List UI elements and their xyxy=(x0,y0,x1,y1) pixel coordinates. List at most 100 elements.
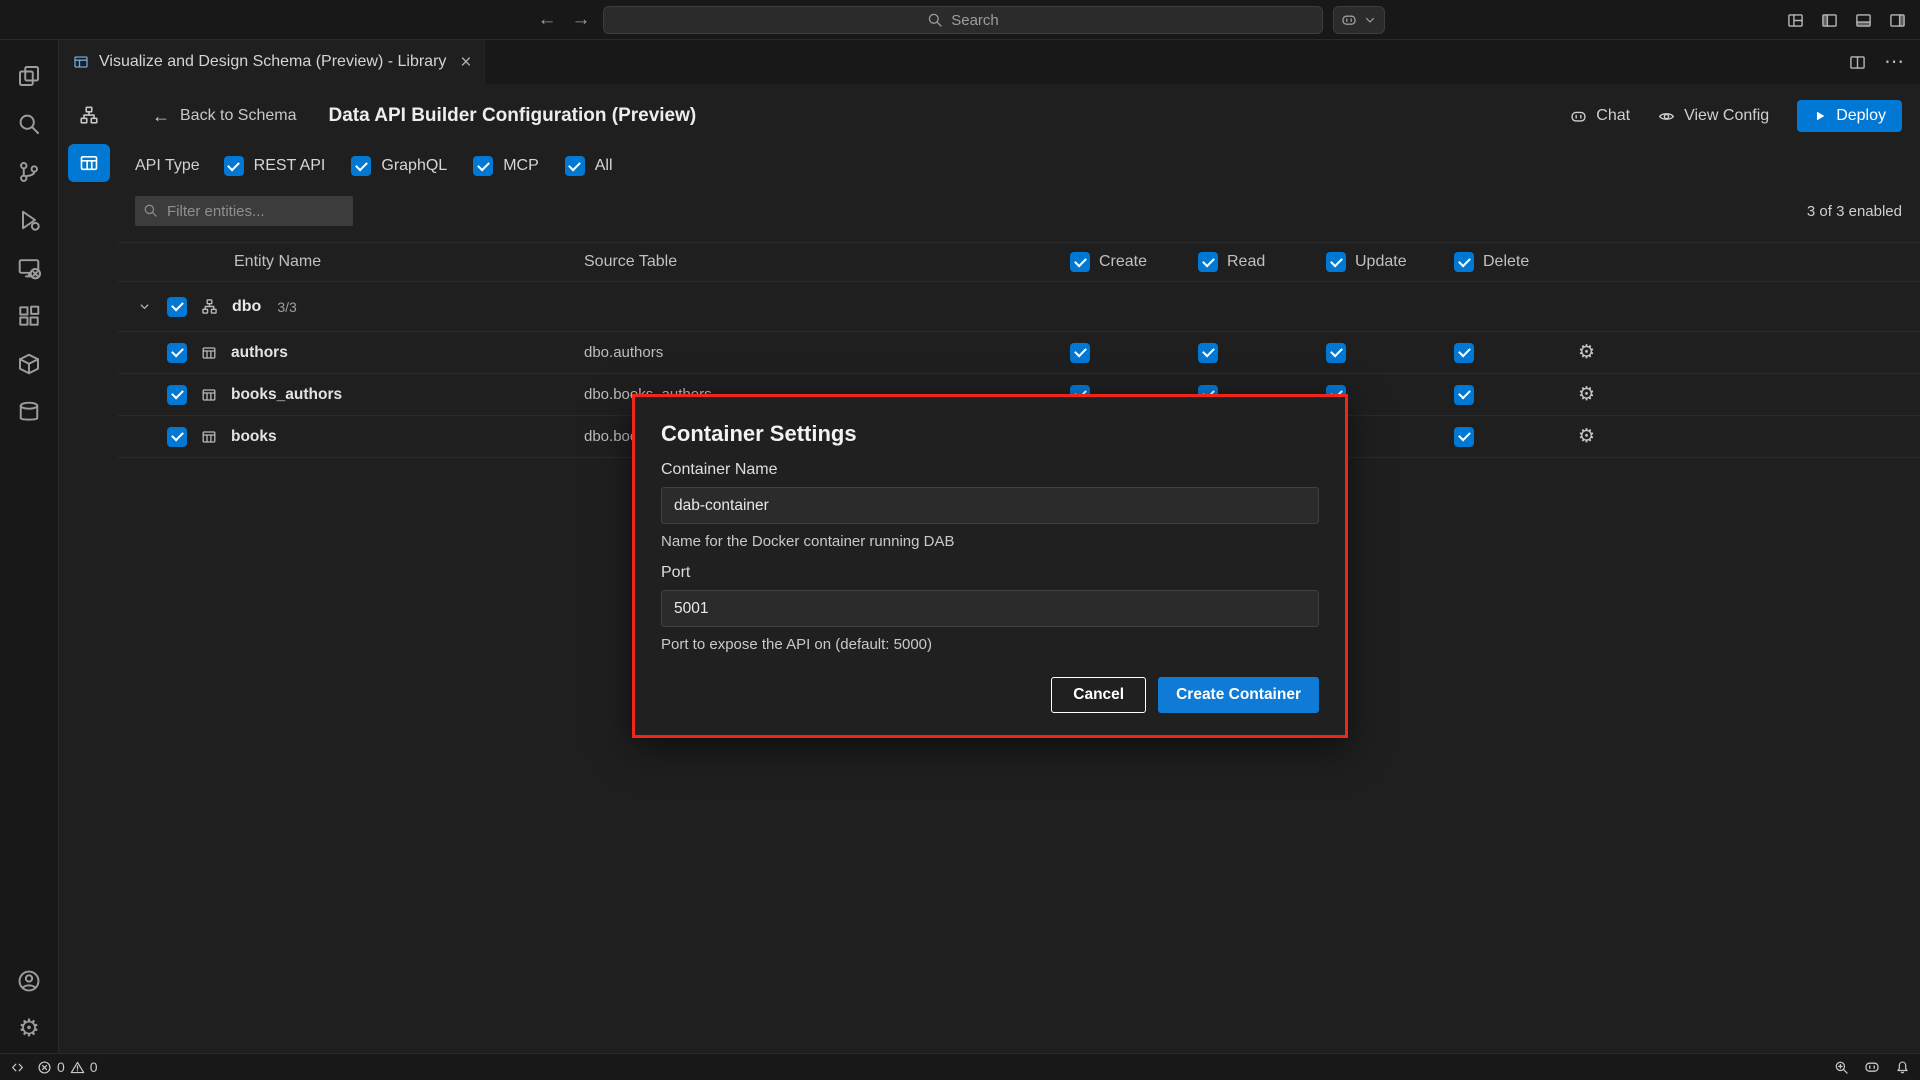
database-icon[interactable] xyxy=(6,388,52,436)
activity-bar: ⚙ xyxy=(0,40,59,1053)
error-count: 0 xyxy=(57,1059,65,1075)
play-icon xyxy=(1813,109,1827,123)
books-authors-delete-checkbox[interactable] xyxy=(1454,385,1474,405)
update-all-checkbox[interactable] xyxy=(1326,252,1346,272)
all-label: All xyxy=(595,157,613,175)
row-books-authors-checkbox[interactable] xyxy=(167,385,187,405)
filter-search-icon xyxy=(143,203,158,218)
all-checkbox[interactable] xyxy=(565,156,585,176)
account-icon[interactable] xyxy=(6,957,52,1005)
header-delete: Delete xyxy=(1440,252,1568,272)
authors-settings-gear-icon[interactable]: ⚙ xyxy=(1578,343,1595,362)
problems-indicator[interactable]: 0 0 xyxy=(37,1059,98,1075)
back-arrow-icon: ← xyxy=(538,9,557,30)
zoom-icon[interactable] xyxy=(1834,1060,1849,1075)
mcp-checkbox[interactable] xyxy=(473,156,493,176)
schema-tab-icon xyxy=(73,54,89,70)
remote-indicator[interactable] xyxy=(10,1060,25,1075)
view-config-button[interactable]: View Config xyxy=(1658,107,1769,125)
status-bar: 0 0 xyxy=(0,1053,1920,1080)
graphql-checkbox[interactable] xyxy=(351,156,371,176)
delete-all-checkbox[interactable] xyxy=(1454,252,1474,272)
group-dbo-checkbox[interactable] xyxy=(167,297,187,317)
port-help: Port to expose the API on (default: 5000… xyxy=(661,636,1319,653)
deploy-button[interactable]: Deploy xyxy=(1797,100,1902,132)
container-name-help: Name for the Docker container running DA… xyxy=(661,533,1319,550)
back-to-schema-link[interactable]: ← Back to Schema xyxy=(152,107,297,125)
api-option-rest: REST API xyxy=(224,156,326,176)
more-actions-icon[interactable]: ⋯ xyxy=(1884,52,1904,73)
create-all-checkbox[interactable] xyxy=(1070,252,1090,272)
split-editor-icon[interactable] xyxy=(1849,54,1866,71)
table-grid-icon xyxy=(201,345,217,361)
extension-rail xyxy=(59,84,118,1053)
copilot-menu-button[interactable] xyxy=(1333,6,1385,34)
chat-label: Chat xyxy=(1596,107,1630,125)
customize-layout-icon[interactable] xyxy=(1787,12,1804,29)
filter-entities-input[interactable] xyxy=(135,196,353,226)
port-label: Port xyxy=(661,564,1319,582)
extensions-icon[interactable] xyxy=(6,292,52,340)
group-collapse-chevron-icon[interactable] xyxy=(135,299,153,314)
chat-button[interactable]: Chat xyxy=(1570,107,1630,125)
command-center-search[interactable]: Search xyxy=(603,6,1323,34)
rail-config-view-icon[interactable] xyxy=(68,144,110,182)
error-icon xyxy=(37,1060,52,1075)
rest-api-checkbox[interactable] xyxy=(224,156,244,176)
rail-schema-view-icon[interactable] xyxy=(68,96,110,134)
row-authors-checkbox[interactable] xyxy=(167,343,187,363)
authors-update-checkbox[interactable] xyxy=(1326,343,1346,363)
books-delete-checkbox[interactable] xyxy=(1454,427,1474,447)
remote-explorer-icon[interactable] xyxy=(6,244,52,292)
toggle-primary-sidebar-icon[interactable] xyxy=(1821,12,1838,29)
container-cube-icon[interactable] xyxy=(6,340,52,388)
authors-delete-checkbox[interactable] xyxy=(1454,343,1474,363)
back-link-label: Back to Schema xyxy=(180,107,297,125)
books-settings-gear-icon[interactable]: ⚙ xyxy=(1578,427,1595,446)
toggle-panel-icon[interactable] xyxy=(1855,12,1872,29)
source-table: dbo.authors xyxy=(560,344,1056,361)
group-name: dbo xyxy=(232,298,261,316)
copilot-icon xyxy=(1341,12,1357,28)
nav-back-button[interactable]: ← xyxy=(535,0,559,40)
search-icon xyxy=(927,12,943,28)
nav-forward-button[interactable]: → xyxy=(569,0,593,40)
schema-group-icon xyxy=(201,298,218,315)
container-name-input[interactable] xyxy=(661,487,1319,524)
read-all-checkbox[interactable] xyxy=(1198,252,1218,272)
run-debug-icon[interactable] xyxy=(6,196,52,244)
port-input[interactable] xyxy=(661,590,1319,627)
api-option-graphql: GraphQL xyxy=(351,156,447,176)
row-books-checkbox[interactable] xyxy=(167,427,187,447)
authors-read-checkbox[interactable] xyxy=(1198,343,1218,363)
eye-icon xyxy=(1658,108,1675,125)
delete-header-label: Delete xyxy=(1483,253,1529,271)
group-count: 3/3 xyxy=(277,299,296,315)
toggle-secondary-sidebar-icon[interactable] xyxy=(1889,12,1906,29)
settings-gear-icon[interactable]: ⚙ xyxy=(6,1005,52,1053)
cancel-button[interactable]: Cancel xyxy=(1051,677,1146,713)
tab-visualize-design-schema[interactable]: Visualize and Design Schema (Preview) - … xyxy=(59,40,485,84)
create-header-label: Create xyxy=(1099,253,1147,271)
entity-name: authors xyxy=(231,344,288,362)
books-authors-settings-gear-icon[interactable]: ⚙ xyxy=(1578,385,1595,404)
api-type-label: API Type xyxy=(135,157,200,175)
table-grid-icon xyxy=(201,429,217,445)
source-control-icon[interactable] xyxy=(6,148,52,196)
api-option-mcp: MCP xyxy=(473,156,539,176)
copilot-status-icon[interactable] xyxy=(1864,1059,1880,1075)
table-grid-icon xyxy=(201,387,217,403)
view-config-label: View Config xyxy=(1684,107,1769,125)
warning-icon xyxy=(70,1060,85,1075)
create-container-button[interactable]: Create Container xyxy=(1158,677,1319,713)
tab-close-icon[interactable]: × xyxy=(460,53,471,72)
page-header: ← Back to Schema Data API Builder Config… xyxy=(118,84,1920,140)
header-read: Read xyxy=(1184,252,1312,272)
search-sidebar-icon[interactable] xyxy=(6,100,52,148)
explorer-icon[interactable] xyxy=(6,52,52,100)
modal-title: Container Settings xyxy=(661,421,1319,447)
authors-create-checkbox[interactable] xyxy=(1070,343,1090,363)
entity-name: books xyxy=(231,428,277,446)
notifications-bell-icon[interactable] xyxy=(1895,1060,1910,1075)
enabled-count: 3 of 3 enabled xyxy=(1807,203,1902,220)
